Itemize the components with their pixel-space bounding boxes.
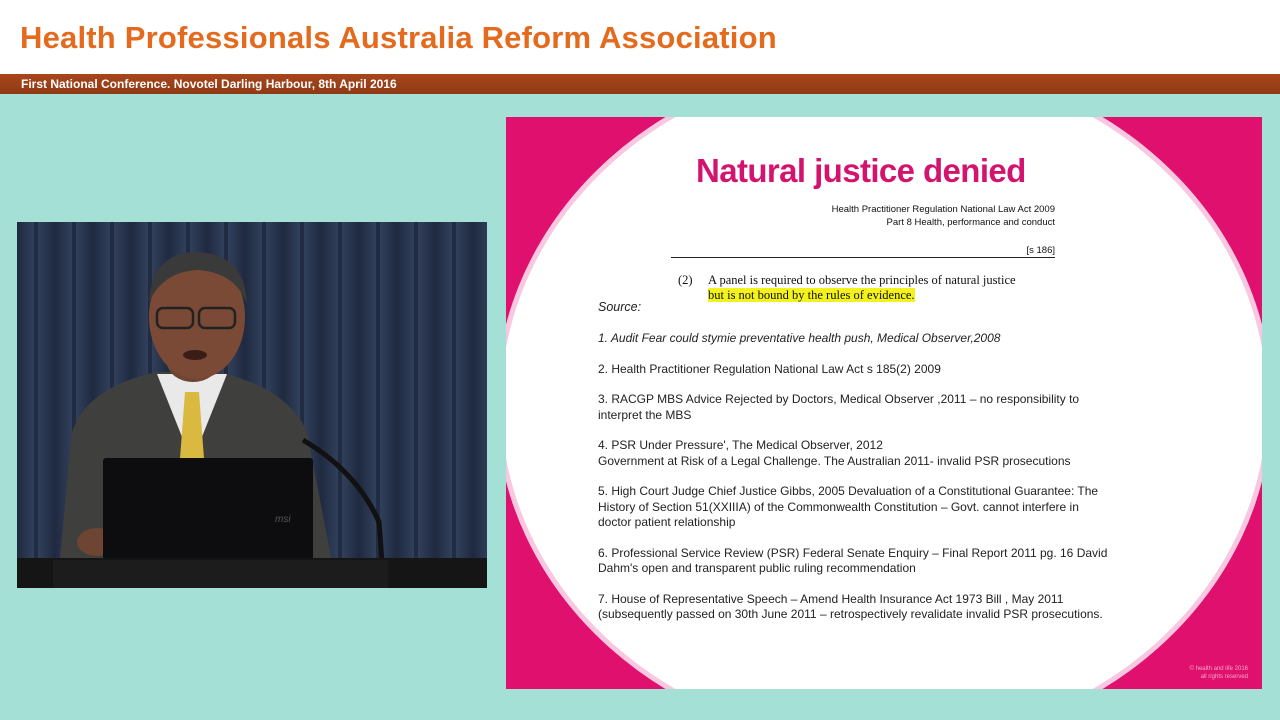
reference-item: 4. PSR Under Pressure', The Medical Obse…: [598, 438, 1198, 469]
section-divider: [671, 257, 1055, 258]
reference-list: 1. Audit Fear could stymie preventative …: [598, 331, 1198, 638]
reference-item: 7. House of Representative Speech – Amen…: [598, 592, 1198, 623]
laptop-logo: msi: [275, 514, 291, 525]
highlight-mark: but is not bound by the rules of evidenc…: [708, 288, 915, 302]
reference-item: 5. High Court Judge Chief Justice Gibbs,…: [598, 484, 1198, 531]
reference-line: interpret the MBS: [598, 407, 692, 422]
conference-subtitle: First National Conference. Novotel Darli…: [21, 77, 397, 91]
header-bar: Health Professionals Australia Reform As…: [0, 0, 1280, 74]
speaker-mouth: [183, 350, 207, 360]
lectern-top: [53, 560, 388, 588]
clause-line: A panel is required to observe the princ…: [708, 273, 1016, 287]
copyright-line: all rights reserved: [1200, 674, 1248, 680]
act-part: Part 8 Health, performance and conduct: [886, 217, 1055, 228]
clause-number: (2): [678, 273, 693, 287]
laptop: [103, 458, 313, 560]
source-label: Source:: [598, 300, 642, 314]
reference-line: 7. House of Representative Speech – Amen…: [598, 591, 1064, 606]
reference-line: 5. High Court Judge Chief Justice Gibbs,…: [598, 484, 1099, 498]
reference-item: 6. Professional Service Review (PSR) Fed…: [598, 546, 1198, 577]
reference-line: Government at Risk of a Legal Challenge.…: [598, 453, 1071, 468]
section-reference: [s 186]: [1026, 245, 1055, 256]
reference-line: Dahm's open and transparent public rulin…: [598, 561, 916, 575]
clause-text: A panel is required to observe the princ…: [708, 273, 1068, 303]
reference-item: 3. RACGP MBS Advice Rejected by Doctors,…: [598, 392, 1198, 423]
reference-line: 6. Professional Service Review (PSR) Fed…: [598, 545, 1108, 560]
act-title: Health Practitioner Regulation National …: [831, 204, 1055, 215]
copyright-line: © health and life 2016: [1189, 666, 1248, 672]
speaker-video[interactable]: msi: [17, 222, 487, 588]
reference-line: doctor patient relationship: [598, 515, 736, 529]
reference-line: 2. Health Practitioner Regulation Nation…: [598, 361, 941, 376]
clause-line-highlighted: but is not bound by the rules of evidenc…: [708, 288, 1068, 303]
speaker-scene: msi: [17, 222, 487, 588]
reference-line: History of Section 51(XXIIIA) of the Com…: [598, 499, 1079, 514]
slide-title: Natural justice denied: [696, 152, 1026, 189]
page-title: Health Professionals Australia Reform As…: [20, 20, 777, 55]
reference-item: 1. Audit Fear could stymie preventative …: [598, 331, 1198, 347]
reference-line: 3. RACGP MBS Advice Rejected by Doctors,…: [598, 392, 1080, 406]
presentation-slide: Natural justice denied Health Practition…: [506, 117, 1262, 689]
conference-bar: First National Conference. Novotel Darli…: [0, 74, 1280, 94]
reference-line: (subsequently passed on 30th June 2011 –…: [598, 607, 1103, 621]
reference-line: 1. Audit Fear could stymie preventative …: [598, 331, 1001, 345]
reference-line: 4. PSR Under Pressure', The Medical Obse…: [598, 438, 883, 452]
copyright-notice: © health and life 2016 all rights reserv…: [1148, 665, 1248, 681]
reference-item: 2. Health Practitioner Regulation Nation…: [598, 362, 1198, 378]
